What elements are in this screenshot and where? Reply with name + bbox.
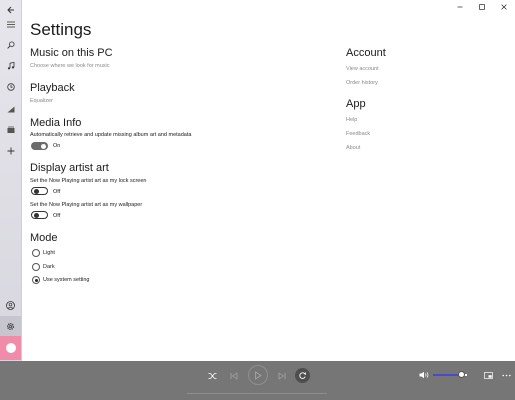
back-icon [6,6,14,14]
toggle-knob [33,212,39,218]
more-icon [501,374,511,376]
account-section-title: Account [346,47,386,59]
search-icon [6,41,15,49]
library-button[interactable] [0,120,21,140]
toggle-knob [33,188,39,194]
library-icon [7,126,14,133]
repeat-icon [299,372,306,379]
minimize-button[interactable] [449,0,471,14]
mini-view-icon [483,371,493,379]
mode-system-radio[interactable] [32,276,40,284]
previous-button[interactable] [228,370,240,382]
close-button[interactable] [493,0,515,14]
settings-button[interactable] [0,316,21,336]
wallpaper-toggle[interactable] [31,211,48,219]
music-section-title: Music on this PC [30,47,113,59]
page-title: Settings [30,20,92,39]
more-options-button[interactable] [500,369,512,381]
mode-dark-label: Dark [43,264,55,270]
search-button[interactable] [0,35,21,55]
media-info-section-title: Media Info [30,117,82,129]
media-info-description: Automatically retrieve and update missin… [30,132,192,138]
minimize-icon [457,6,463,8]
mode-section-title: Mode [30,232,58,244]
account-icon [6,300,15,310]
volume-icon [419,371,429,379]
mode-dark-radio[interactable] [32,263,40,271]
lock-screen-label: Set the Now Playing artist art as my loc… [30,178,147,184]
media-info-toggle[interactable] [31,142,48,150]
new-playlist-button[interactable] [0,141,21,161]
play-icon [255,370,262,380]
left-rail [0,0,22,361]
recent-plays-button[interactable] [0,77,21,97]
shuffle-icon [208,373,216,379]
now-playing-button[interactable] [0,336,21,360]
media-info-toggle-state: On [53,143,61,149]
mode-light-label: Light [43,250,55,256]
menu-icon [6,21,15,27]
repeat-button[interactable] [295,368,310,383]
menu-button[interactable] [0,14,21,34]
mode-system-label: Use system setting [43,277,90,283]
choose-music-link[interactable]: Choose where we look for music [30,63,109,69]
lock-screen-toggle[interactable] [31,187,48,195]
maximize-button[interactable] [471,0,493,14]
order-history-link[interactable]: Order history [346,80,378,86]
maximize-icon [479,4,485,10]
now-playing-icon [5,343,16,353]
equalizer-link[interactable]: Equalizer [30,98,53,104]
wallpaper-toggle-state: Off [53,213,61,219]
play-button[interactable] [248,365,268,385]
add-icon [7,147,14,155]
lock-screen-toggle-state: Off [53,189,61,195]
close-icon [501,4,507,10]
view-account-link[interactable]: View account [346,66,379,72]
account-button[interactable] [0,295,21,315]
help-link[interactable]: Help [346,117,357,123]
playback-section-title: Playback [30,82,75,94]
previous-icon [230,372,238,380]
player-bar [0,361,515,400]
app-section-title: App [346,98,366,110]
wallpaper-label: Set the Now Playing artist art as my wal… [30,202,143,208]
artist-art-section-title: Display artist art [30,162,109,174]
volume-slider[interactable] [433,371,467,378]
my-music-button[interactable] [0,56,21,76]
toggle-knob [41,143,46,149]
seek-bar[interactable] [187,393,327,394]
next-icon [278,372,286,380]
volume-knob[interactable] [458,371,466,378]
mode-light-radio[interactable] [32,249,40,257]
mini-view-button[interactable] [482,369,494,381]
feedback-link[interactable]: Feedback [346,131,370,137]
next-button[interactable] [276,370,288,382]
settings-icon [7,322,14,330]
recent-icon [6,83,15,91]
volume-button[interactable] [418,369,430,381]
window-controls [449,0,515,14]
music-note-icon [7,62,14,70]
charts-button[interactable] [0,99,21,119]
shuffle-button[interactable] [206,370,218,382]
about-link[interactable]: About [346,145,360,151]
chart-icon [7,106,14,113]
